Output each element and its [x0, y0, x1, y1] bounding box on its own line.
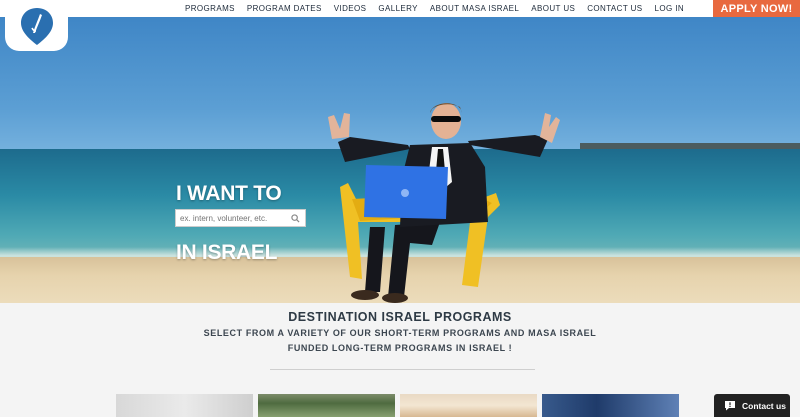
page: PROGRAMS PROGRAM DATES VIDEOS GALLERY AB…	[0, 0, 800, 417]
program-search-box	[175, 209, 306, 227]
hero-heading-line1: I WANT TO	[176, 182, 282, 205]
nav-gallery[interactable]: GALLERY	[378, 4, 418, 13]
apply-now-button[interactable]: APPLY NOW!	[713, 0, 800, 17]
nav-program-dates[interactable]: PROGRAM DATES	[247, 4, 322, 13]
hero-man-illustration	[328, 103, 560, 303]
section-subtitle-line1: SELECT FROM A VARIETY OF OUR SHORT-TERM …	[203, 328, 597, 338]
program-card-2[interactable]	[258, 394, 395, 417]
nav-about-us[interactable]: ABOUT US	[531, 4, 575, 13]
nav-programs[interactable]: PROGRAMS	[185, 4, 235, 13]
search-icon[interactable]	[288, 211, 302, 225]
section-divider	[270, 369, 535, 370]
hero-banner: I WANT TO IN ISRAEL	[0, 17, 800, 303]
logo-pin-icon	[20, 7, 53, 45]
section-title: DESTINATION ISRAEL PROGRAMS	[288, 310, 512, 324]
program-card-3[interactable]	[400, 394, 537, 417]
site-logo[interactable]	[5, 0, 68, 51]
program-card-1[interactable]	[116, 394, 253, 417]
nav-videos[interactable]: VIDEOS	[334, 4, 367, 13]
hero-heading-line2: IN ISRAEL	[176, 241, 278, 264]
contact-us-label: Contact us	[742, 400, 786, 411]
chat-icon	[725, 401, 735, 411]
section-subtitle-line2: FUNDED LONG-TERM PROGRAMS IN ISRAEL !	[287, 343, 513, 353]
nav-about-masa-israel[interactable]: ABOUT MASA ISRAEL	[430, 4, 519, 13]
top-navigation-bar: PROGRAMS PROGRAM DATES VIDEOS GALLERY AB…	[0, 0, 800, 17]
nav-contact-us[interactable]: CONTACT US	[587, 4, 642, 13]
main-nav: PROGRAMS PROGRAM DATES VIDEOS GALLERY AB…	[185, 0, 696, 17]
contact-us-widget[interactable]: Contact us	[714, 394, 790, 417]
program-cards	[116, 394, 679, 417]
destination-programs-section: DESTINATION ISRAEL PROGRAMS SELECT FROM …	[0, 303, 800, 417]
program-search-input[interactable]	[176, 211, 288, 225]
nav-log-in[interactable]: LOG IN	[655, 4, 685, 13]
program-card-4[interactable]	[542, 394, 679, 417]
